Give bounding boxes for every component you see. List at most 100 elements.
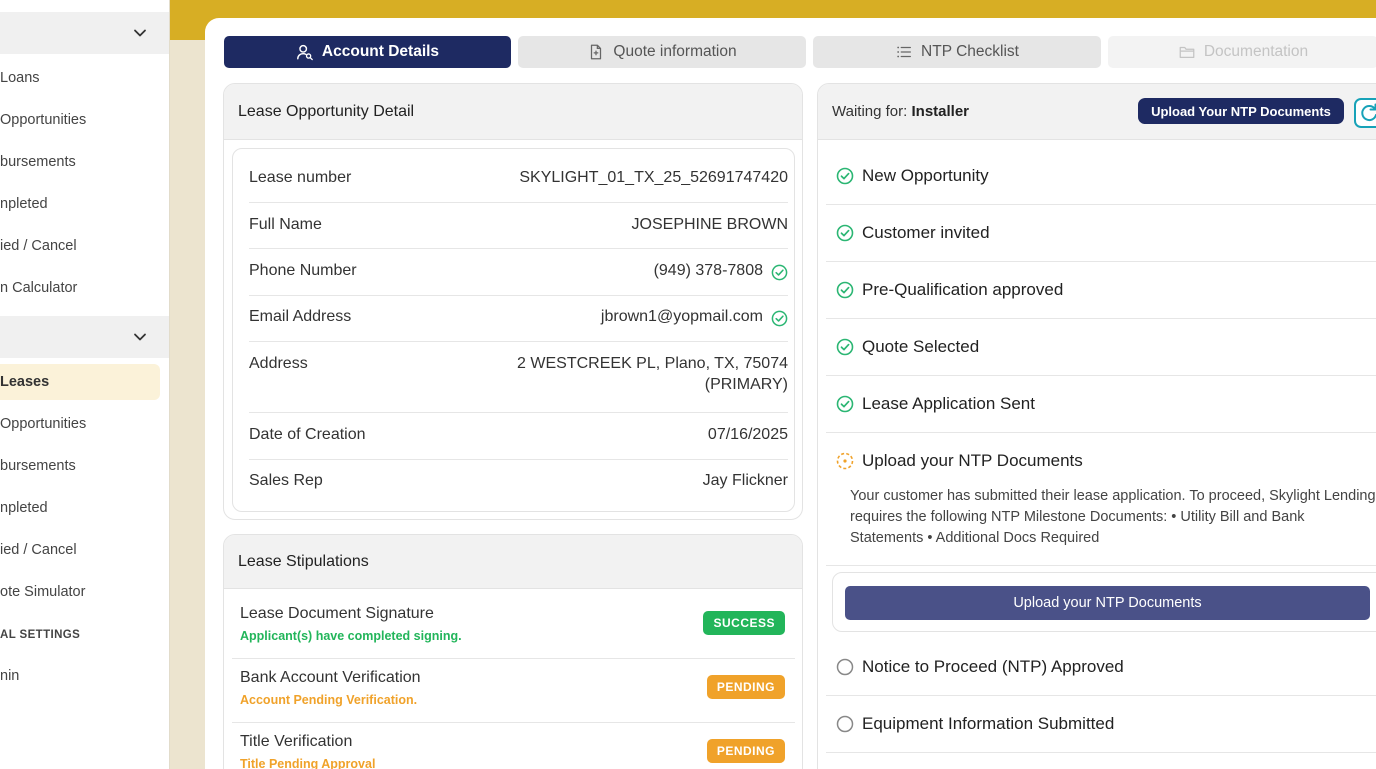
upload-ntp-header-button[interactable]: Upload Your NTP Documents (1138, 98, 1344, 124)
milestone-label: Pre-Qualification approved (862, 280, 1064, 299)
sidebar-item-loan-denied[interactable]: ied / Cancel (0, 236, 77, 256)
tab-account-details[interactable]: Account Details (224, 36, 511, 68)
tab-documentation[interactable]: Documentation (1108, 36, 1376, 68)
card-title: Lease Opportunity Detail (224, 84, 802, 140)
sidebar-group-leases[interactable] (0, 316, 169, 358)
tab-quote-information[interactable]: Quote information (518, 36, 806, 68)
tab-label: Quote information (613, 43, 737, 60)
detail-row-date-created: Date of Creation 07/16/2025 (249, 413, 788, 460)
card-title: Lease Stipulations (224, 535, 802, 589)
check-circle-icon (836, 281, 854, 299)
milestone-label: Lease Application Sent (862, 394, 1035, 413)
verified-check-icon (771, 264, 788, 281)
milestone-label: Notice to Proceed (NTP) Approved (862, 657, 1124, 676)
lease-detail-list: Lease number SKYLIGHT_01_TX_25_526917474… (232, 148, 795, 512)
stipulation-subtitle: Title Pending Approval (240, 757, 376, 769)
milestone-row[interactable]: Quote Selected (826, 319, 1376, 376)
sidebar: Loans Opportunities bursements npleted i… (0, 0, 170, 769)
detail-row-email: Email Address jbrown1@yopmail.com (249, 296, 788, 342)
sidebar-group-loans[interactable] (0, 12, 169, 54)
sidebar-item-loan-completed[interactable]: npleted (0, 194, 48, 214)
detail-row-address: Address 2 WESTCREEK PL, Plano, TX, 75074… (249, 342, 788, 413)
milestone-row[interactable]: Equipment Information Submitted (826, 696, 1376, 753)
detail-label: Full Name (249, 216, 322, 233)
milestone-label: Customer invited (862, 223, 990, 242)
milestones-header: Waiting for: Installer Upload Your NTP D… (818, 84, 1376, 140)
detail-value: 07/16/2025 (707, 426, 788, 443)
detail-value: SKYLIGHT_01_TX_25_52691747420 (519, 169, 788, 186)
in-progress-icon (836, 452, 854, 470)
refresh-button[interactable] (1354, 98, 1376, 128)
sidebar-item-loan-disbursements[interactable]: bursements (0, 152, 76, 172)
detail-row-lease-number: Lease number SKYLIGHT_01_TX_25_526917474… (249, 149, 788, 203)
sidebar-item-lease-opportunities[interactable]: Opportunities (0, 414, 86, 434)
sidebar-item-quote-simulator[interactable]: ote Simulator (0, 582, 85, 602)
lease-stipulations-card: Lease Stipulations Lease Document Signat… (223, 534, 803, 769)
waiting-label: Waiting for: (832, 103, 908, 120)
status-badge: PENDING (706, 675, 785, 699)
check-circle-icon (836, 395, 854, 413)
ntp-upload-box: Upload your NTP Documents (832, 572, 1376, 632)
stipulation-title: Bank Account Verification (240, 669, 421, 686)
chevron-down-icon (134, 333, 146, 341)
empty-circle-icon (836, 658, 854, 676)
milestone-label: Equipment Information Submitted (862, 714, 1115, 733)
status-badge: PENDING (706, 739, 785, 763)
tab-label: NTP Checklist (921, 43, 1019, 60)
milestone-row[interactable]: Customer invited (826, 205, 1376, 262)
phone-value: (949) 378-7808 (653, 262, 763, 279)
empty-circle-icon (836, 715, 854, 733)
detail-label: Email Address (249, 308, 352, 325)
detail-value: jbrown1@yopmail.com (601, 308, 788, 341)
upload-ntp-documents-button[interactable]: Upload your NTP Documents (845, 586, 1370, 620)
tab-ntp-checklist[interactable]: NTP Checklist (813, 36, 1101, 68)
milestone-row[interactable]: Pre-Qualification approved (826, 262, 1376, 319)
tab-label: Account Details (321, 43, 440, 60)
ntp-description: Your customer has submitted their lease … (850, 488, 1376, 546)
sidebar-section-heading: AL SETTINGS (0, 629, 81, 641)
check-circle-icon (836, 338, 854, 356)
detail-row-full-name: Full Name JOSEPHINE BROWN (249, 203, 788, 249)
email-value: jbrown1@yopmail.com (600, 308, 763, 325)
detail-value: (949) 378-7808 (654, 262, 788, 295)
detail-value: JOSEPHINE BROWN (631, 216, 788, 233)
detail-label: Address (249, 355, 308, 372)
sidebar-item-lease-completed[interactable]: npleted (0, 498, 48, 518)
milestone-label: Upload your NTP Documents (862, 451, 1083, 470)
stipulation-bank-verification: Bank Account Verification Account Pendin… (232, 659, 795, 723)
check-circle-icon (836, 224, 854, 242)
chevron-down-icon (134, 29, 146, 37)
sidebar-item-lease-denied[interactable]: ied / Cancel (0, 540, 77, 560)
status-badge: SUCCESS (703, 611, 785, 635)
address-line-1: 2 WESTCREEK PL, Plano, TX, 75074 (517, 355, 788, 372)
sidebar-item-leases[interactable]: Leases (0, 364, 160, 400)
stipulation-title-verification: Title Verification Title Pending Approva… (232, 723, 795, 769)
detail-label: Sales Rep (249, 472, 323, 489)
sidebar-item-admin[interactable]: nin (0, 666, 19, 686)
stipulation-subtitle: Applicant(s) have completed signing. (240, 629, 462, 643)
document-icon (591, 44, 602, 60)
detail-label: Date of Creation (249, 426, 366, 443)
sidebar-item-loans[interactable]: Loans (0, 68, 40, 88)
verified-check-icon (771, 310, 788, 327)
sidebar-item-loan-opportunities[interactable]: Opportunities (0, 110, 86, 130)
stipulation-title: Title Verification (240, 733, 353, 750)
folder-icon (1179, 46, 1195, 59)
milestone-row[interactable]: Lease Application Sent (826, 376, 1376, 433)
milestone-row[interactable]: New Opportunity (826, 148, 1376, 205)
sidebar-item-lease-disbursements[interactable]: bursements (0, 456, 76, 476)
refresh-icon (1361, 103, 1376, 122)
stipulation-title: Lease Document Signature (240, 605, 434, 622)
detail-label: Lease number (249, 169, 352, 186)
milestone-label: Quote Selected (862, 337, 980, 356)
sidebar-item-loan-calculator[interactable]: n Calculator (0, 278, 77, 298)
detail-row-phone: Phone Number (949) 378-7808 (249, 249, 788, 296)
milestones-card: Waiting for: Installer Upload Your NTP D… (817, 83, 1376, 769)
address-line-2: (PRIMARY) (704, 376, 788, 393)
waiting-party: Installer (911, 103, 970, 120)
milestone-row[interactable]: Notice to Proceed (NTP) Approved (826, 639, 1376, 696)
stipulation-subtitle: Account Pending Verification. (240, 693, 418, 707)
lease-detail-card: Lease Opportunity Detail Lease number SK… (223, 83, 803, 520)
detail-value: 2 WESTCREEK PL, Plano, TX, 75074 (PRIMAR… (517, 355, 788, 412)
check-circle-icon (836, 167, 854, 185)
